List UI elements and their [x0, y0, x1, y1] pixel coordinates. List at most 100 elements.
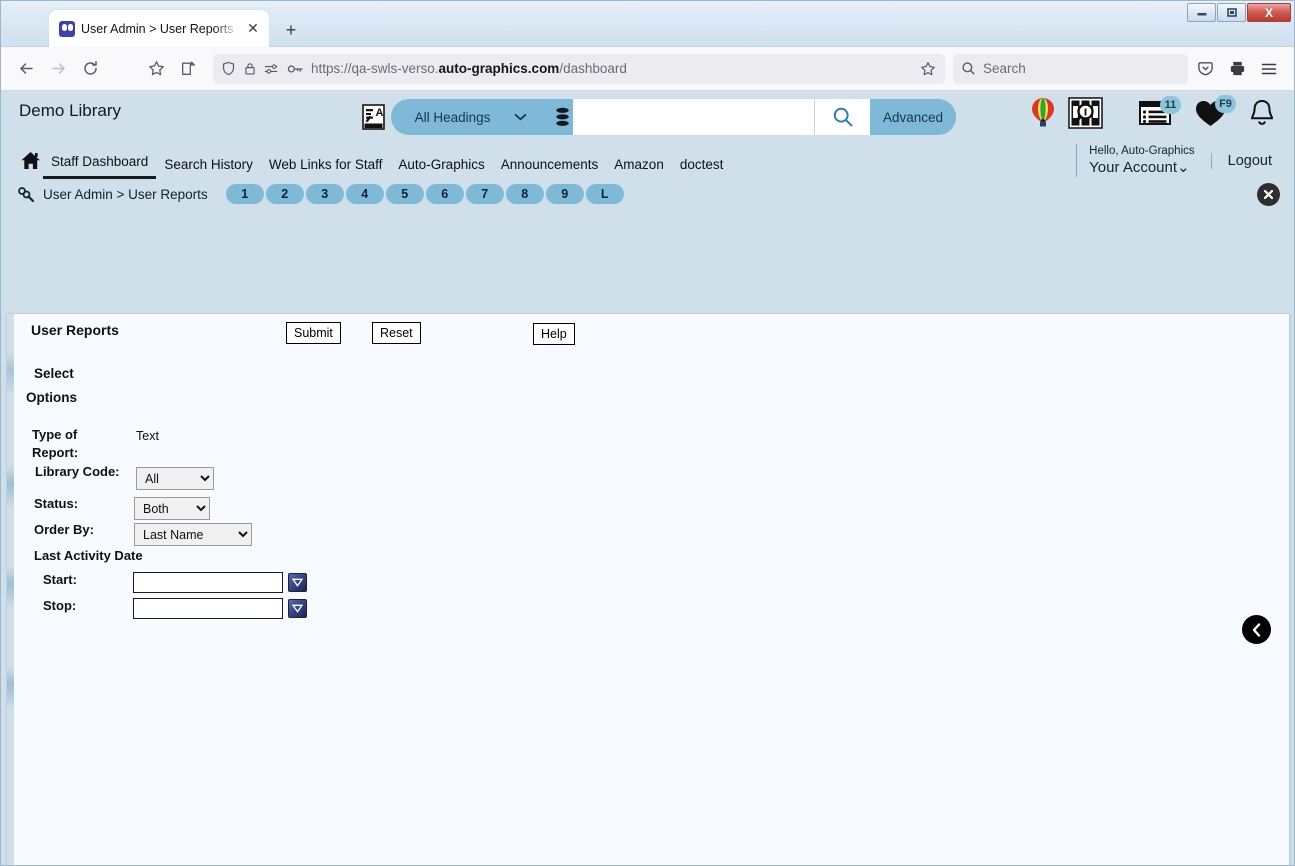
- page-pill-5[interactable]: 5: [385, 184, 424, 204]
- catalog-search-input[interactable]: [573, 99, 814, 135]
- forward-arrow-icon[interactable]: [43, 54, 73, 84]
- hot-air-balloon-icon[interactable]: [1028, 96, 1058, 130]
- hamburger-menu-icon[interactable]: [1254, 54, 1284, 84]
- library-code-select[interactable]: All: [136, 467, 214, 490]
- label-status: Status:: [34, 496, 79, 511]
- logout-link[interactable]: Logout: [1210, 152, 1276, 169]
- tab-title: User Admin > User Reports | SW: [81, 21, 239, 36]
- nav-item-doctest[interactable]: doctest: [672, 157, 732, 179]
- application-area: Demo Library A All Headings Advanced 11 …: [1, 91, 1294, 865]
- search-icon: [962, 62, 975, 75]
- padlock-icon: [245, 63, 255, 75]
- main-nav: Staff Dashboard Search History Web Links…: [1, 143, 1294, 179]
- reset-button[interactable]: Reset: [372, 322, 421, 344]
- my-lists-badge: 11: [1160, 96, 1181, 114]
- advanced-search-button[interactable]: Advanced: [870, 99, 956, 135]
- page-pill-3[interactable]: 3: [305, 184, 344, 204]
- page-pill-9[interactable]: 9: [545, 184, 584, 204]
- home-icon[interactable]: [17, 145, 43, 175]
- breadcrumb-bar: User Admin > User Reports 1 2 3 4 5 6 7 …: [1, 179, 1294, 209]
- reload-icon[interactable]: [75, 54, 105, 84]
- url-text: https://qa-swls-verso.auto-graphics.com/…: [311, 61, 627, 76]
- my-lists-icon[interactable]: 11: [1139, 96, 1181, 126]
- favorites-badge: F9: [1215, 95, 1236, 113]
- permissions-icon: [264, 63, 278, 74]
- your-account-menu[interactable]: Hello, Auto-Graphics Your Account⌄: [1076, 144, 1210, 177]
- nav-item-announcements[interactable]: Announcements: [493, 157, 607, 179]
- library-name: Demo Library: [19, 101, 122, 120]
- stop-date-picker-button[interactable]: [288, 599, 307, 618]
- order-by-select[interactable]: Last Name: [134, 523, 252, 546]
- window-controls: X: [1186, 3, 1291, 22]
- catalog-search-icon[interactable]: [1068, 96, 1103, 130]
- window-close-button[interactable]: X: [1247, 3, 1291, 22]
- catalog-search-bar: All Headings Advanced: [391, 99, 956, 135]
- nav-item-amazon[interactable]: Amazon: [606, 157, 672, 179]
- link-chain-icon: [15, 183, 37, 205]
- section-heading-options: Options: [26, 390, 77, 405]
- nav-item-web-links-for-staff[interactable]: Web Links for Staff: [261, 157, 391, 179]
- page-pill-2[interactable]: 2: [265, 184, 304, 204]
- browser-search-placeholder: Search: [983, 61, 1026, 76]
- nav-label: Amazon: [614, 157, 664, 172]
- page-pill-7[interactable]: 7: [465, 184, 504, 204]
- help-button[interactable]: Help: [533, 323, 575, 345]
- browser-toolbar: https://qa-swls-verso.auto-graphics.com/…: [1, 47, 1294, 91]
- nav-item-search-history[interactable]: Search History: [156, 157, 261, 179]
- page-pill-tabs: 1 2 3 4 5 6 7 8 9 L: [225, 184, 624, 204]
- back-arrow-icon[interactable]: [11, 54, 41, 84]
- account-block: Hello, Auto-Graphics Your Account⌄ Logou…: [1076, 144, 1276, 177]
- nav-label: Announcements: [500, 157, 599, 172]
- maximize-icon: [1226, 8, 1237, 17]
- nav-item-staff-dashboard[interactable]: Staff Dashboard: [43, 154, 157, 179]
- tab-close-icon[interactable]: ✕: [245, 20, 261, 37]
- translate-icon[interactable]: A: [362, 104, 385, 130]
- browser-tab[interactable]: User Admin > User Reports | SW ✕: [49, 10, 269, 47]
- value-type-of-report: Text: [136, 429, 159, 443]
- stop-date-input[interactable]: [133, 598, 283, 619]
- account-menu-text: Your Account: [1089, 159, 1178, 176]
- pocket-icon[interactable]: [173, 54, 203, 84]
- url-bar[interactable]: https://qa-swls-verso.auto-graphics.com/…: [213, 53, 945, 84]
- breadcrumb-text[interactable]: User Admin > User Reports: [43, 187, 208, 202]
- chevron-left-icon: [1252, 622, 1260, 637]
- bookmark-star-icon[interactable]: [917, 58, 939, 80]
- page-pill-1[interactable]: 1: [225, 184, 264, 204]
- page-pill-4[interactable]: 4: [345, 184, 384, 204]
- content-panel: User Reports Submit Reset Help Select Op…: [7, 313, 1290, 865]
- minimize-button[interactable]: [1187, 3, 1216, 22]
- pocket-save-icon[interactable]: [1190, 54, 1220, 84]
- favorites-heart-icon[interactable]: F9: [1195, 95, 1236, 127]
- chevron-down-icon: ⌄: [1177, 159, 1190, 176]
- page-pill-l[interactable]: L: [585, 184, 624, 204]
- panel-resize-handle[interactable]: [7, 314, 14, 865]
- search-scope-label: All Headings: [414, 109, 491, 125]
- nav-item-auto-graphics[interactable]: Auto-Graphics: [390, 157, 492, 179]
- key-icon: [287, 64, 303, 73]
- status-select[interactable]: Both: [134, 497, 210, 520]
- nav-label: Auto-Graphics: [398, 157, 485, 172]
- start-date-picker-button[interactable]: [288, 573, 307, 592]
- calendar-dropdown-icon: [292, 578, 303, 587]
- back-button[interactable]: [1242, 615, 1271, 644]
- nav-label: Web Links for Staff: [268, 157, 383, 172]
- new-tab-button[interactable]: +: [279, 18, 303, 42]
- page-title: User Reports: [31, 322, 119, 338]
- submit-button[interactable]: Submit: [286, 322, 341, 344]
- search-scope-select[interactable]: All Headings: [391, 99, 551, 135]
- browser-search-box[interactable]: Search: [953, 53, 1188, 84]
- chevron-down-icon: [515, 113, 527, 121]
- minimize-icon: [1197, 12, 1206, 15]
- print-icon[interactable]: [1222, 54, 1252, 84]
- maximize-button[interactable]: [1217, 3, 1246, 22]
- close-circle-icon[interactable]: [1257, 183, 1280, 206]
- catalog-search-submit[interactable]: [814, 99, 870, 135]
- start-date-input[interactable]: [133, 572, 283, 593]
- app-header: Demo Library A All Headings Advanced 11 …: [1, 91, 1294, 143]
- page-pill-6[interactable]: 6: [425, 184, 464, 204]
- page-pill-8[interactable]: 8: [505, 184, 544, 204]
- star-icon[interactable]: [141, 54, 171, 84]
- search-icon: [833, 107, 852, 127]
- notifications-bell-icon[interactable]: [1248, 98, 1276, 128]
- database-icon[interactable]: [551, 99, 573, 135]
